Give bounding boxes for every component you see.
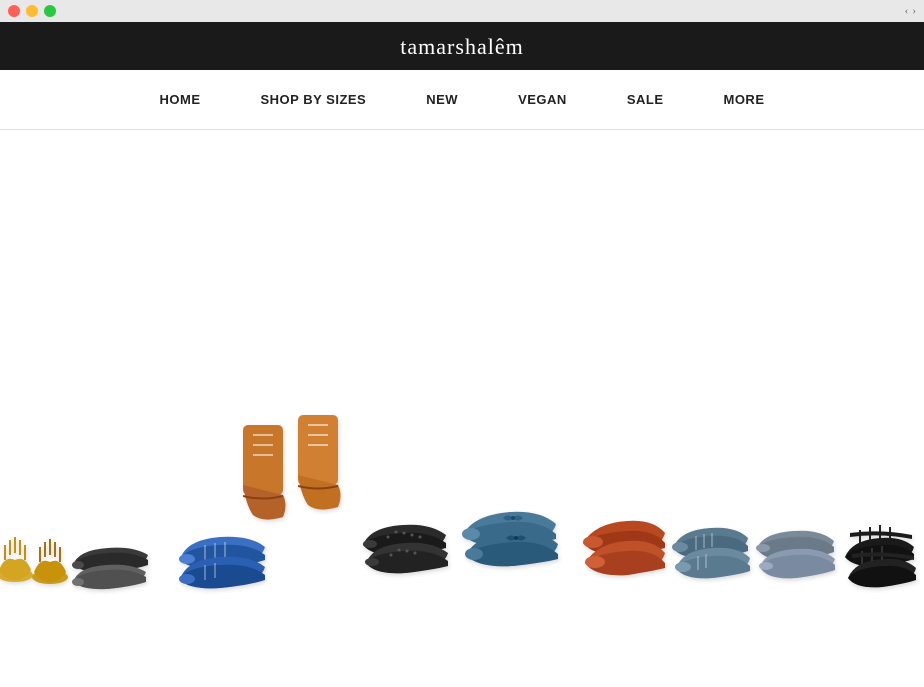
shoe-group-sandal-yellow[interactable] [0, 485, 75, 595]
site-header: tamarshalêm [0, 22, 924, 70]
main-nav: HOME SHOP by SIZES NEW VEGAN SALE More [0, 70, 924, 130]
nav-item-more[interactable]: More [693, 70, 794, 129]
browser-nav-arrows: ‹ › [905, 5, 916, 17]
forward-arrow[interactable]: › [912, 5, 916, 17]
shoe-group-blue-oxford[interactable] [175, 485, 275, 595]
nav-item-shop-by-sizes[interactable]: SHOP by SIZES [231, 70, 397, 129]
nav-item-sale[interactable]: SALE [597, 70, 694, 129]
main-content [0, 130, 924, 685]
shoe-group-rust-flat[interactable] [575, 485, 675, 585]
nav-item-new[interactable]: NEW [396, 70, 488, 129]
back-arrow[interactable]: ‹ [905, 5, 909, 17]
shoe-group-pointed-black[interactable] [68, 510, 158, 590]
maximize-button[interactable] [44, 5, 56, 17]
shoe-group-gray-pointed[interactable] [752, 497, 847, 587]
shoe-group-dark-spotted[interactable] [358, 485, 458, 585]
shoe-group-gray-blue-oxford[interactable] [668, 490, 758, 590]
title-bar: ‹ › [0, 0, 924, 22]
shoe-group-blue-lace-flat[interactable] [458, 480, 568, 580]
shoe-group-black-sandal[interactable] [840, 485, 924, 595]
nav-item-vegan[interactable]: VEGAN [488, 70, 597, 129]
close-button[interactable] [8, 5, 20, 17]
nav-item-home[interactable]: HOME [130, 70, 231, 129]
minimize-button[interactable] [26, 5, 38, 17]
site-title: tamarshalêm [0, 34, 924, 60]
shoes-area [0, 345, 924, 605]
